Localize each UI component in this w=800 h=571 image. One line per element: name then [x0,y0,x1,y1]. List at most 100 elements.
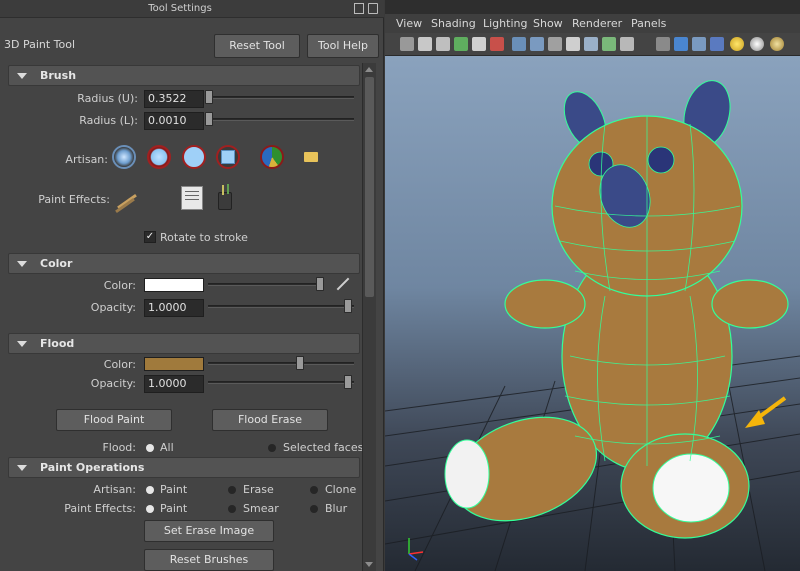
rotate-to-stroke-checkbox[interactable]: ✓ [144,231,156,243]
scrollbar-thumb[interactable] [365,77,374,297]
solid-brush-icon[interactable] [182,145,206,169]
flood-color-swatch[interactable] [144,357,204,371]
brush-pot-icon[interactable] [218,184,232,210]
menu-lighting[interactable]: Lighting [483,17,527,30]
menu-view[interactable]: View [396,17,422,30]
scene-svg [385,75,800,571]
two-d-pan-icon[interactable] [472,37,486,51]
paint-ops-section-header[interactable]: Paint Operations [8,457,360,478]
flood-color-slider-track[interactable] [208,362,354,365]
opacity-field[interactable]: 1.0000 [144,299,204,317]
image-brush-icon[interactable] [260,145,284,169]
flood-opacity-slider-track[interactable] [208,381,354,384]
color-swatch[interactable] [144,278,204,292]
flood-erase-button[interactable]: Flood Erase [212,409,328,431]
set-erase-image-button[interactable]: Set Erase Image [144,520,274,542]
pe-paint-radio[interactable] [146,505,154,513]
use-all-lights-icon[interactable] [730,37,744,51]
close-icon[interactable] [368,3,378,14]
color-section-header[interactable]: Color [8,253,360,274]
flood-opacity-label: Opacity: [90,377,136,390]
flood-all-label: All [160,441,174,454]
viewport-menubar: View Shading Lighting Show Renderer Pane… [385,14,800,33]
select-camera-icon[interactable] [418,37,432,51]
pe-smear-radio[interactable] [228,505,236,513]
opacity-slider-thumb[interactable] [344,299,352,313]
radius-l-field[interactable]: 0.0010 [144,112,204,130]
opacity-slider-track[interactable] [208,305,354,308]
script-editor-icon[interactable] [181,186,203,210]
radius-l-slider-thumb[interactable] [205,112,213,126]
flood-paint-button[interactable]: Flood Paint [56,409,172,431]
float-icon[interactable] [354,3,364,14]
pe-blur-radio[interactable] [310,505,318,513]
soft-brush-icon[interactable] [112,145,136,169]
color-slider-thumb[interactable] [316,277,324,291]
default-light-icon[interactable] [770,37,784,51]
gate-mask-icon[interactable] [566,37,580,51]
safe-title-icon[interactable] [620,37,634,51]
shadows-icon[interactable] [750,37,764,51]
opacity-label: Opacity: [90,301,136,314]
flood-opacity-slider-thumb[interactable] [344,375,352,389]
radius-u-field[interactable]: 0.3522 [144,90,204,108]
flood-opacity-field[interactable]: 1.0000 [144,375,204,393]
textured-icon[interactable] [710,37,724,51]
camera-icon[interactable] [400,37,414,51]
field-chart-icon[interactable] [584,37,598,51]
brush-section-header[interactable]: Brush [8,65,360,86]
menu-shading[interactable]: Shading [431,17,476,30]
scroll-up-icon[interactable] [365,67,373,72]
left-arm [504,279,586,329]
collapse-triangle-icon [17,341,27,347]
scroll-down-icon[interactable] [365,562,373,567]
3d-viewport[interactable] [385,56,800,571]
flood-color-slider-thumb[interactable] [296,356,304,370]
ops-artisan-label: Artisan: [93,483,136,496]
radius-l-slider-track[interactable] [208,118,354,121]
top-strip [385,0,800,14]
radius-u-slider-thumb[interactable] [205,90,213,104]
menu-panels[interactable]: Panels [631,17,666,30]
flood-all-radio[interactable] [146,444,154,452]
vertical-scrollbar[interactable] [362,63,376,571]
tool-help-button[interactable]: Tool Help [307,34,379,58]
wireframe-icon[interactable] [656,37,670,51]
artisan-paint-radio[interactable] [146,486,154,494]
color-label: Color: [103,279,136,292]
menu-renderer[interactable]: Renderer [572,17,622,30]
teddy-bear-model[interactable] [439,75,789,539]
image-plane-icon[interactable] [454,37,468,51]
folder-icon[interactable] [304,152,318,162]
panel-title: Tool Settings [148,3,212,14]
wireframe-on-shaded-icon[interactable] [692,37,706,51]
reset-tool-button[interactable]: Reset Tool [214,34,300,58]
radius-u-slider-track[interactable] [208,96,354,99]
menu-show[interactable]: Show [533,17,563,30]
artisan-clone-radio[interactable] [310,486,318,494]
smooth-shade-icon[interactable] [674,37,688,51]
viewport-toolbar [385,33,800,56]
radius-l-label: Radius (L): [79,114,138,127]
bookmark-icon[interactable] [436,37,450,51]
flood-section-header[interactable]: Flood [8,333,360,354]
paint-ops-header-label: Paint Operations [40,461,145,474]
safe-action-icon[interactable] [602,37,616,51]
flood-selected-radio[interactable] [268,444,276,452]
grease-pencil-icon[interactable] [490,37,504,51]
right-arm [711,279,789,329]
resolution-gate-icon[interactable] [548,37,562,51]
paint-effects-label: Paint Effects: [38,193,110,206]
square-brush-icon[interactable] [216,145,240,169]
grid-icon[interactable] [512,37,526,51]
color-slider-track[interactable] [208,283,320,286]
reset-brushes-button[interactable]: Reset Brushes [144,549,274,571]
pe-paint-label: Paint [160,502,188,515]
film-gate-icon[interactable] [530,37,544,51]
flood-label: Flood: [102,441,136,454]
gaussian-brush-icon[interactable] [147,145,171,169]
paint-brushes-icon[interactable] [112,188,140,214]
flood-color-label: Color: [103,358,136,371]
eyedropper-icon[interactable] [336,277,350,291]
artisan-erase-radio[interactable] [228,486,236,494]
